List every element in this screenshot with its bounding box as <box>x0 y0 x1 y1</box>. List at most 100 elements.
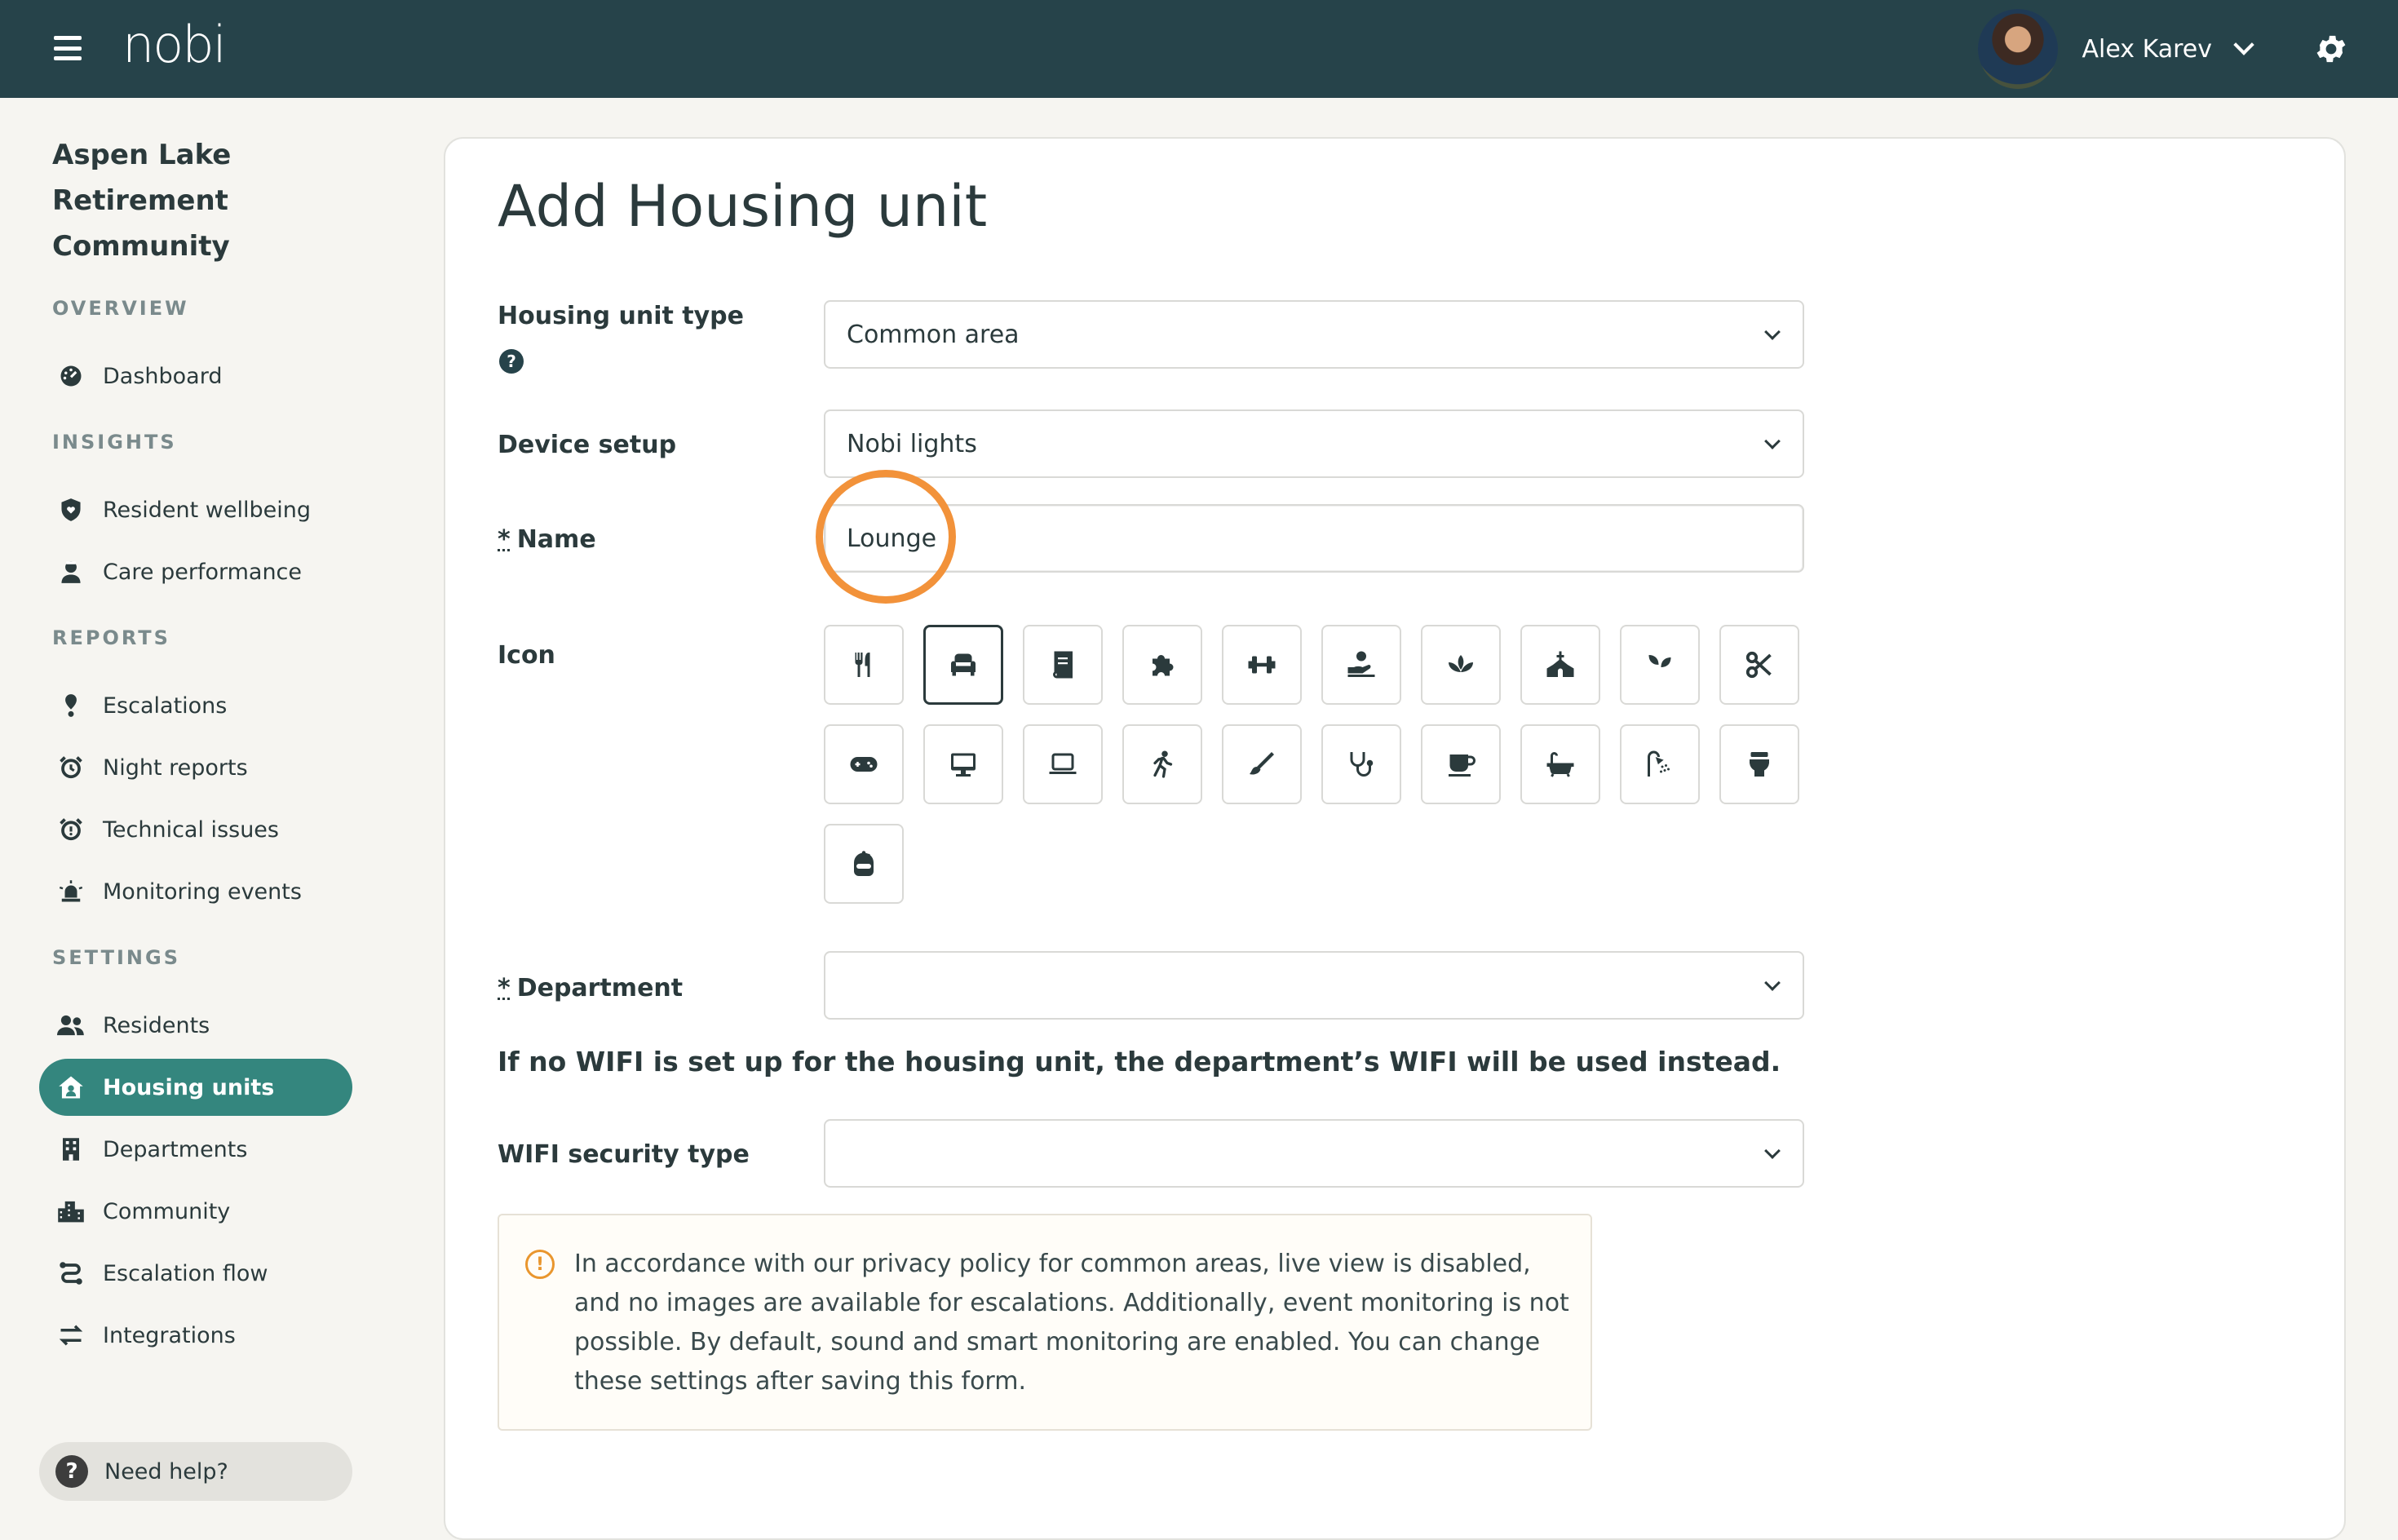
arrows-exchange-icon <box>57 1321 85 1349</box>
sidebar-item-escalation-flow[interactable]: Escalation flow <box>39 1245 352 1302</box>
top-bar: nobi Alex Karev <box>0 0 2398 98</box>
sidebar-item-resident-wellbeing[interactable]: Resident wellbeing <box>39 481 352 538</box>
toilet-icon[interactable] <box>1719 724 1799 804</box>
stethoscope-icon[interactable] <box>1321 724 1401 804</box>
section-reports: REPORTS <box>52 626 170 649</box>
warning-circle-icon: ! <box>525 1250 555 1279</box>
menu-icon[interactable] <box>54 36 82 60</box>
sidebar-item-label: Community <box>103 1198 231 1224</box>
section-settings: SETTINGS <box>52 946 180 969</box>
department-label: * Department <box>498 974 683 1002</box>
sidebar-item-label: Resident wellbeing <box>103 497 311 523</box>
shield-heart-icon <box>57 496 85 524</box>
icon-label: Icon <box>498 641 555 670</box>
housing-unit-type-value: Common area <box>847 320 1020 349</box>
washing-icon[interactable] <box>824 824 904 904</box>
sidebar-item-integrations[interactable]: Integrations <box>39 1307 352 1364</box>
route-icon <box>57 1259 85 1287</box>
wifi-note: If no WIFI is set up for the housing uni… <box>498 1046 1781 1078</box>
puzzle-icon[interactable] <box>1122 625 1202 705</box>
department-select[interactable] <box>824 951 1804 1020</box>
required-mark: * <box>498 974 511 1002</box>
chevron-down-icon <box>1764 433 1781 449</box>
sidebar-item-label: Care performance <box>103 559 303 585</box>
utensils-icon[interactable] <box>824 625 904 705</box>
device-setup-value: Nobi lights <box>847 429 977 458</box>
nobi-logo[interactable]: nobi <box>122 15 227 74</box>
alarm-alert-icon <box>57 816 85 843</box>
running-icon[interactable] <box>1122 724 1202 804</box>
required-mark: * <box>498 525 511 554</box>
laptop-icon[interactable] <box>1023 724 1103 804</box>
lotus-icon[interactable] <box>1421 625 1501 705</box>
sidebar-item-label: Escalation flow <box>103 1260 268 1286</box>
device-setup-label: Device setup <box>498 431 677 459</box>
sidebar-item-residents[interactable]: Residents <box>39 997 352 1054</box>
sidebar-item-community[interactable]: Community <box>39 1183 352 1240</box>
device-setup-select[interactable]: Nobi lights <box>824 409 1804 478</box>
sidebar-item-label: Technical issues <box>103 816 279 843</box>
page-title: Add Housing unit <box>498 173 988 240</box>
sidebar-item-label: Monitoring events <box>103 878 302 905</box>
chevron-down-icon <box>2233 34 2254 55</box>
bath-icon[interactable] <box>1520 724 1600 804</box>
sofa-icon[interactable] <box>923 625 1003 705</box>
sidebar-item-night-reports[interactable]: Night reports <box>39 739 352 796</box>
name-input[interactable]: Lounge <box>824 504 1804 573</box>
need-help-label: Need help? <box>104 1458 228 1485</box>
siren-icon <box>57 878 85 905</box>
dumbbell-icon[interactable] <box>1222 625 1302 705</box>
name-input-value: Lounge <box>847 524 937 553</box>
avatar <box>1977 9 2058 89</box>
sidebar-item-label: Housing units <box>103 1074 275 1100</box>
coffee-icon[interactable] <box>1421 724 1501 804</box>
help-circle-icon[interactable]: ? <box>499 349 524 374</box>
name-label-text: Name <box>516 525 596 554</box>
sidebar-item-label: Residents <box>103 1012 210 1038</box>
wifi-security-select[interactable] <box>824 1119 1804 1188</box>
shower-icon[interactable] <box>1620 724 1700 804</box>
question-icon: ? <box>55 1455 88 1488</box>
add-housing-unit-form: Add Housing unit Housing unit type ? Com… <box>444 137 2346 1540</box>
gamepad-icon[interactable] <box>824 724 904 804</box>
chevron-down-icon <box>1764 1143 1781 1159</box>
alarm-clock-icon <box>57 754 85 781</box>
church-icon[interactable] <box>1520 625 1600 705</box>
user-menu[interactable]: Alex Karev <box>1977 8 2254 90</box>
sidebar-item-label: Escalations <box>103 693 228 719</box>
city-icon <box>57 1197 85 1225</box>
care-hand-icon[interactable] <box>1321 625 1401 705</box>
scissors-icon[interactable] <box>1719 625 1799 705</box>
sidebar-item-dashboard[interactable]: Dashboard <box>39 347 352 405</box>
nurse-icon <box>57 558 85 586</box>
department-label-text: Department <box>516 974 684 1002</box>
sidebar-item-label: Night reports <box>103 755 248 781</box>
house-user-icon <box>57 1073 85 1101</box>
book-icon[interactable] <box>1023 625 1103 705</box>
sidebar-item-departments[interactable]: Departments <box>39 1121 352 1178</box>
need-help-button[interactable]: ? Need help? <box>39 1442 352 1501</box>
sidebar-item-technical-issues[interactable]: Technical issues <box>39 801 352 858</box>
housing-unit-type-label: Housing unit type <box>498 302 744 330</box>
user-name: Alex Karev <box>2082 34 2213 64</box>
sidebar-item-label: Departments <box>103 1136 248 1162</box>
community-name: Aspen Lake Retirement Community <box>52 139 232 263</box>
gear-icon[interactable] <box>2313 31 2349 67</box>
privacy-notice-text: In accordance with our privacy policy fo… <box>574 1250 1569 1396</box>
desktop-icon[interactable] <box>923 724 1003 804</box>
chevron-down-icon <box>1764 324 1781 340</box>
sidebar-item-care-performance[interactable]: Care performance <box>39 543 352 600</box>
sidebar-item-label: Integrations <box>103 1322 236 1348</box>
users-icon <box>57 1011 85 1039</box>
section-overview: OVERVIEW <box>52 297 189 320</box>
sidebar-item-housing-units[interactable]: Housing units <box>39 1059 352 1116</box>
paintbrush-icon[interactable] <box>1222 724 1302 804</box>
chevron-down-icon <box>1764 975 1781 991</box>
housing-unit-type-select[interactable]: Common area <box>824 300 1804 369</box>
wifi-security-label: WIFI security type <box>498 1140 750 1169</box>
gauge-icon <box>57 362 85 390</box>
sidebar-item-monitoring-events[interactable]: Monitoring events <box>39 863 352 920</box>
sidebar-item-escalations[interactable]: Escalations <box>39 677 352 734</box>
section-insights: INSIGHTS <box>52 431 177 454</box>
seedling-icon[interactable] <box>1620 625 1700 705</box>
